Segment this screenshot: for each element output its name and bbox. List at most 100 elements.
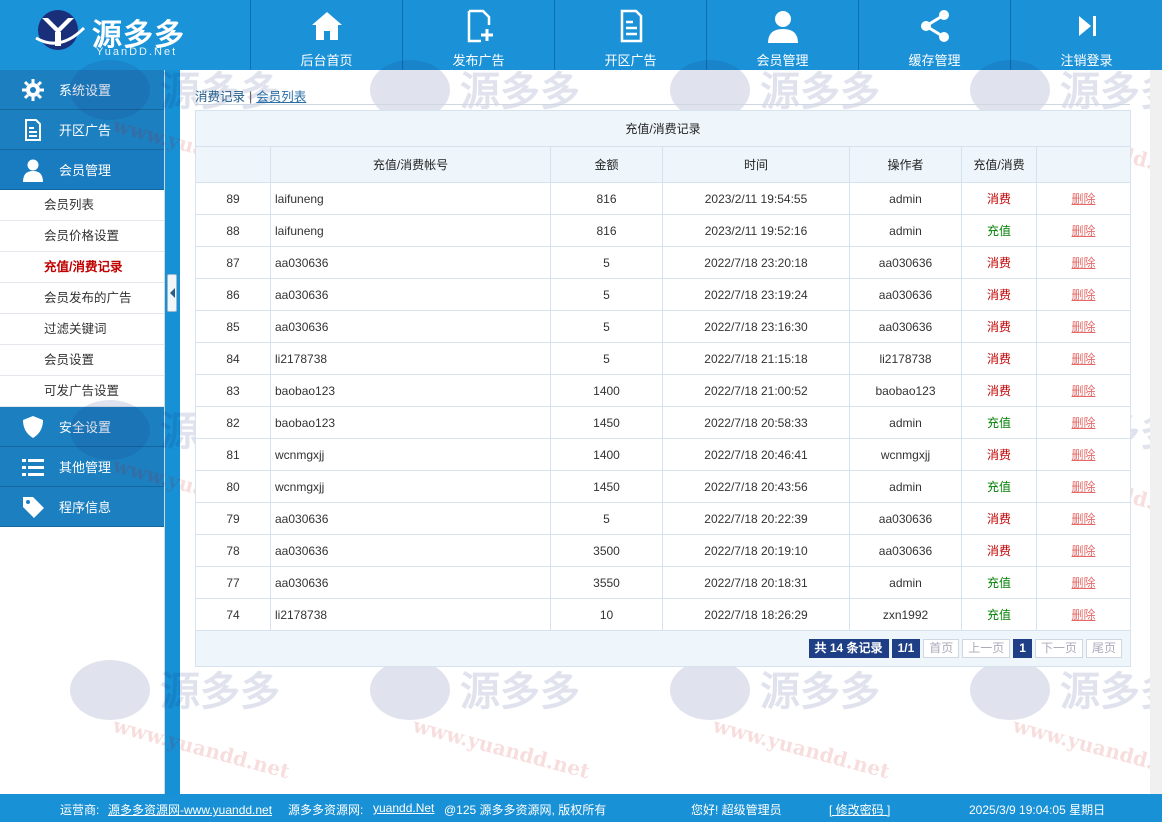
nav-publish-ad[interactable]: 发布广告 xyxy=(402,0,554,70)
record-action: 删除 xyxy=(1036,470,1131,503)
sidebar-section-system-settings[interactable]: 系统设置 xyxy=(0,70,164,110)
nav-server-ad[interactable]: 开区广告 xyxy=(554,0,706,70)
column-header: 时间 xyxy=(662,146,850,183)
record-amount: 1450 xyxy=(550,470,663,503)
table-row: 79 aa030636 5 2022/7/18 20:22:39 aa030636 消费删… xyxy=(195,502,1131,535)
sidebar-item-member-price[interactable]: 会员价格设置 xyxy=(0,221,164,252)
sidebar-collapse-handle[interactable] xyxy=(167,274,177,312)
record-operator: aa030636 xyxy=(849,310,962,343)
pager-page-1[interactable]: 1 xyxy=(1013,639,1032,658)
record-amount: 1450 xyxy=(550,406,663,439)
pagination: 共 14 条记录 1/1 首页 上一页 1 下一页 尾页 xyxy=(808,639,1122,658)
record-id: 80 xyxy=(195,470,271,503)
record-type-label: 充值 xyxy=(986,224,1011,238)
svg-text:源多多: 源多多 xyxy=(1060,669,1162,715)
record-type: 消费 xyxy=(961,278,1037,311)
record-time: 2023/2/11 19:54:55 xyxy=(662,182,850,215)
table-row: 81 wcnmgxjj 1400 2022/7/18 20:46:41 wcnmgxjj… xyxy=(195,438,1131,471)
sidebar-section-program-info[interactable]: 程序信息 xyxy=(0,487,164,527)
column-header: 金额 xyxy=(550,146,663,183)
vertical-scrollbar[interactable] xyxy=(1150,70,1162,794)
sidebar-section-label: 开区广告 xyxy=(59,123,112,138)
records-table: 充值/消费记录 充值/消费帐号 金额 时间 操作者 充值/消费 89 laifun… xyxy=(195,110,1131,667)
record-type-label: 消费 xyxy=(986,288,1011,302)
delete-link[interactable]: 删除 xyxy=(1071,576,1095,590)
sidebar-section-member-manage[interactable]: 会员管理 xyxy=(0,150,164,190)
footer-operator-link[interactable]: 源多多资源网-www.yuandd.net xyxy=(108,801,272,818)
sidebar-item-ad-settings[interactable]: 可发广告设置 xyxy=(0,376,164,407)
record-id: 77 xyxy=(195,566,271,599)
nav-logout[interactable]: 注销登录 xyxy=(1010,0,1162,70)
record-type: 充值 xyxy=(961,406,1037,439)
svg-text:www.yuandd.net: www.yuandd.net xyxy=(710,713,893,784)
sidebar-section-label: 系统设置 xyxy=(59,83,112,98)
delete-link[interactable]: 删除 xyxy=(1071,416,1095,430)
delete-link[interactable]: 删除 xyxy=(1071,544,1095,558)
sidebar-item-member-ads[interactable]: 会员发布的广告 xyxy=(0,283,164,314)
tag-icon xyxy=(23,496,44,518)
nav-cache-manage[interactable]: 缓存管理 xyxy=(858,0,1010,70)
delete-link[interactable]: 删除 xyxy=(1071,352,1095,366)
record-action: 删除 xyxy=(1036,438,1131,471)
nav-home[interactable]: 后台首页 xyxy=(250,0,402,70)
record-operator: admin xyxy=(849,470,962,503)
breadcrumb-link-member-list[interactable]: 会员列表 xyxy=(256,90,306,104)
record-type: 消费 xyxy=(961,502,1037,535)
pager-total: 共 14 条记录 xyxy=(808,639,889,658)
column-header xyxy=(195,146,271,183)
sidebar-item-recharge-records[interactable]: 充值/消费记录 xyxy=(0,252,164,283)
record-amount: 5 xyxy=(550,502,663,535)
sidebar-item-member-list[interactable]: 会员列表 xyxy=(0,190,164,221)
sidebar-section-other[interactable]: 其他管理 xyxy=(0,447,164,487)
delete-link[interactable]: 删除 xyxy=(1071,288,1095,302)
footer: 运营商: 源多多资源网-www.yuandd.net 源多多资源网: yuand… xyxy=(0,794,1162,822)
record-operator: aa030636 xyxy=(849,502,962,535)
record-id: 89 xyxy=(195,182,271,215)
record-account: baobao123 xyxy=(270,374,551,407)
nav-label: 后台首页 xyxy=(300,53,353,68)
delete-link[interactable]: 删除 xyxy=(1071,480,1095,494)
delete-link[interactable]: 删除 xyxy=(1071,384,1095,398)
document-icon xyxy=(620,9,642,43)
record-action: 删除 xyxy=(1036,566,1131,599)
column-header xyxy=(1036,146,1131,183)
delete-link[interactable]: 删除 xyxy=(1071,256,1095,270)
record-operator: li2178738 xyxy=(849,342,962,375)
sidebar-section-security[interactable]: 安全设置 xyxy=(0,407,164,447)
pager-pages: 1/1 xyxy=(891,639,921,658)
record-time: 2022/7/18 23:16:30 xyxy=(662,310,850,343)
record-time: 2022/7/18 20:46:41 xyxy=(662,438,850,471)
delete-link[interactable]: 删除 xyxy=(1071,320,1095,334)
record-account: laifuneng xyxy=(270,214,551,247)
delete-link[interactable]: 删除 xyxy=(1071,512,1095,526)
breadcrumb-current: 消费记录 xyxy=(195,90,246,104)
table-caption-row: 充值/消费记录 xyxy=(195,110,1131,147)
delete-link[interactable]: 删除 xyxy=(1071,448,1095,462)
nav-member-manage[interactable]: 会员管理 xyxy=(706,0,858,70)
record-type-label: 充值 xyxy=(986,576,1011,590)
delete-link[interactable]: 删除 xyxy=(1071,608,1095,622)
delete-link[interactable]: 删除 xyxy=(1071,192,1095,206)
logo-mark-icon xyxy=(35,10,86,50)
record-account: baobao123 xyxy=(270,406,551,439)
pager-next-button[interactable]: 下一页 xyxy=(1034,639,1083,658)
sidebar-divider xyxy=(165,70,180,794)
record-id: 82 xyxy=(195,406,271,439)
record-time: 2022/7/18 20:22:39 xyxy=(662,502,850,535)
sidebar-item-member-settings[interactable]: 会员设置 xyxy=(0,345,164,376)
record-amount: 816 xyxy=(550,214,663,247)
pager-prev-button[interactable]: 上一页 xyxy=(962,639,1011,658)
record-action: 删除 xyxy=(1036,534,1131,567)
record-id: 83 xyxy=(195,374,271,407)
sidebar-section-server-ad[interactable]: 开区广告 xyxy=(0,110,164,150)
pager-first-button[interactable]: 首页 xyxy=(923,639,960,658)
user-icon xyxy=(23,159,43,182)
record-type: 充值 xyxy=(961,566,1037,599)
change-password-link[interactable]: [ 修改密码 ] xyxy=(829,801,890,818)
sidebar-item-filter-keywords[interactable]: 过滤关键词 xyxy=(0,314,164,345)
record-type: 消费 xyxy=(961,438,1037,471)
delete-link[interactable]: 删除 xyxy=(1071,224,1095,238)
record-type: 充值 xyxy=(961,470,1037,503)
footer-site-link[interactable]: yuandd.Net xyxy=(373,801,434,815)
pager-last-button[interactable]: 尾页 xyxy=(1085,639,1122,658)
